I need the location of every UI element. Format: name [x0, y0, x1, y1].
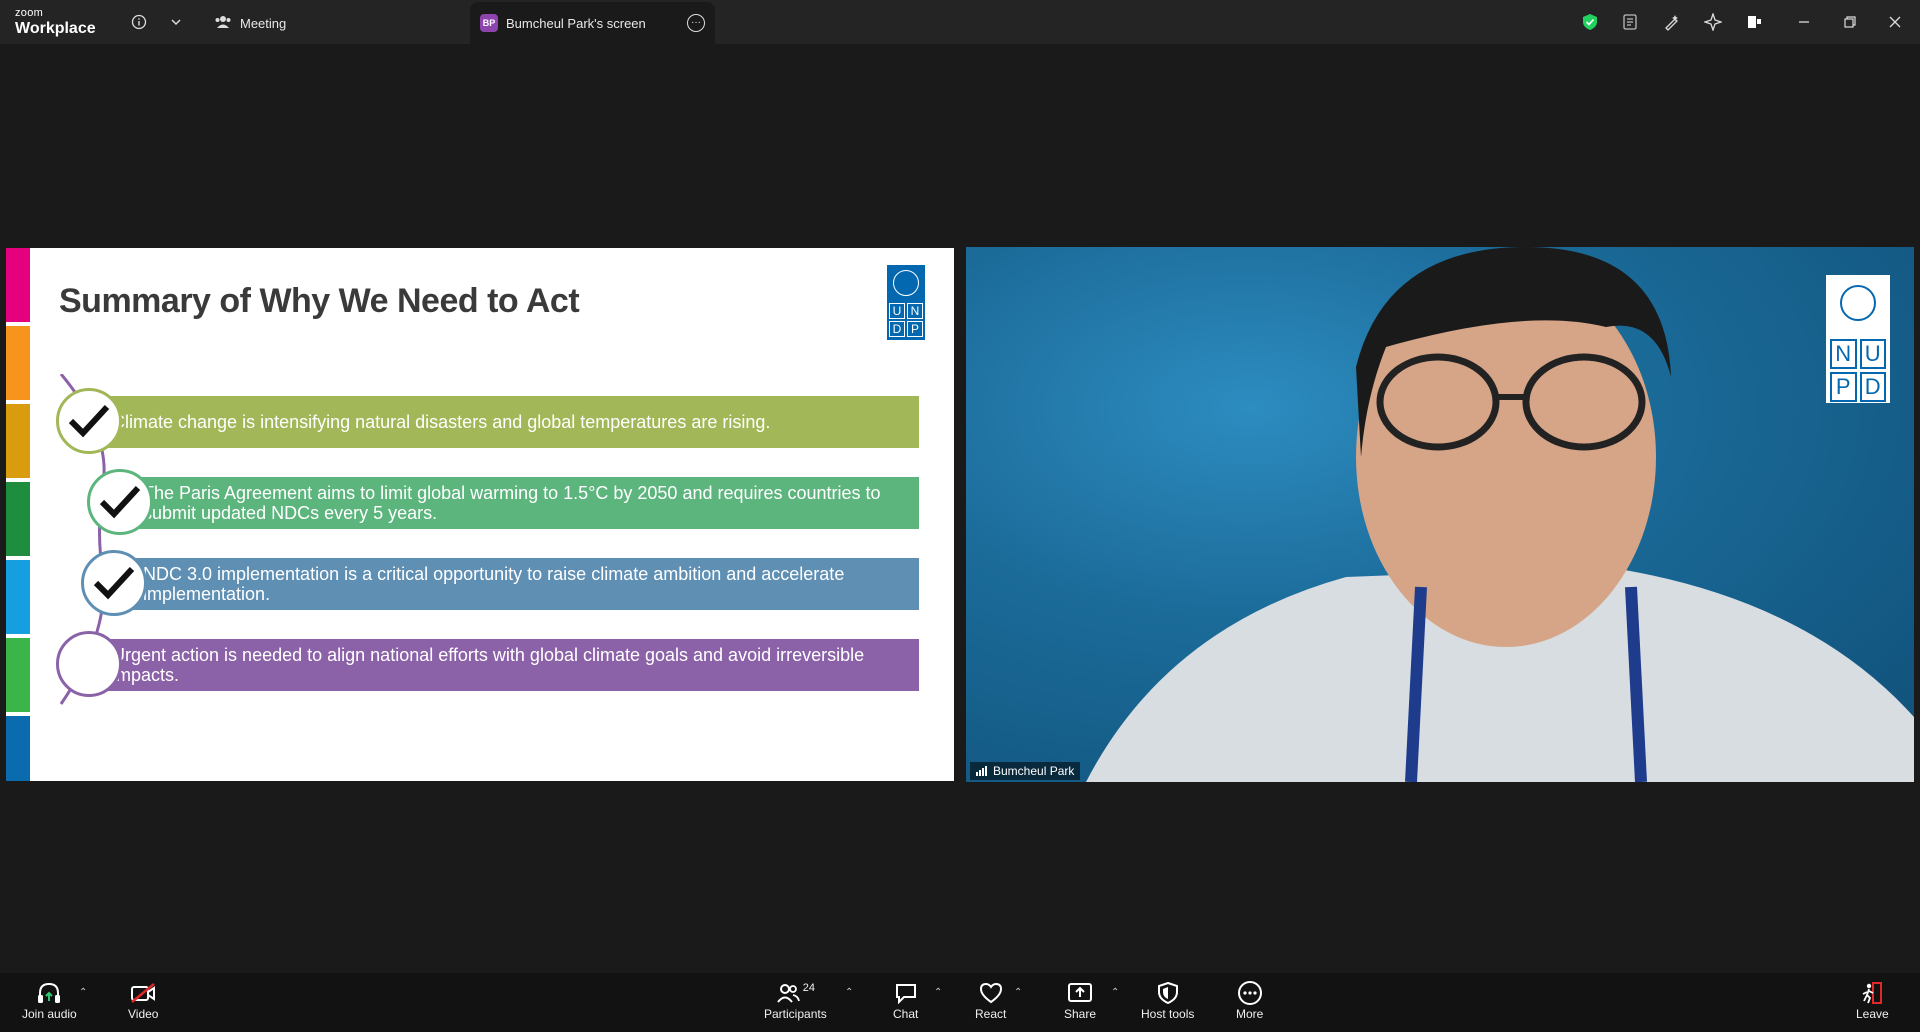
video-button[interactable]: Video	[128, 979, 158, 1021]
annotate-icon[interactable]	[1661, 11, 1683, 33]
summary-item: The Paris Agreement aims to limit global…	[133, 477, 919, 529]
meeting-people-icon	[214, 15, 232, 32]
notes-icon[interactable]	[1619, 11, 1641, 33]
tab-meeting[interactable]: Meeting	[214, 2, 286, 44]
leave-button[interactable]: Leave	[1856, 979, 1889, 1021]
color-stripe	[6, 326, 30, 400]
shield-check-icon[interactable]	[1579, 11, 1601, 33]
chevron-down-icon[interactable]	[165, 11, 187, 33]
logo-cell: D	[1859, 372, 1886, 402]
react-options-caret[interactable]: ⌃	[1014, 987, 1022, 998]
participant-name-tag: Bumcheul Park	[970, 762, 1081, 780]
share-button[interactable]: Share	[1064, 979, 1096, 1021]
bp-avatar: BP	[480, 14, 498, 32]
heart-icon	[978, 979, 1004, 1007]
brand-big: Workplace	[15, 20, 96, 37]
logo-cell: N	[907, 303, 923, 319]
empty-circle	[56, 631, 122, 697]
chat-label: Chat	[893, 1007, 919, 1021]
more-icon	[1237, 979, 1263, 1007]
leave-label: Leave	[1856, 1007, 1889, 1021]
meeting-toolbar: Join audio ⌃ Video 24 Participants ⌃ Cha…	[0, 973, 1920, 1032]
more-label: More	[1236, 1007, 1264, 1021]
color-stripe	[6, 638, 30, 712]
join-audio-label: Join audio	[22, 1007, 77, 1021]
join-audio-button[interactable]: Join audio	[22, 979, 77, 1021]
participant-name: Bumcheul Park	[993, 764, 1075, 778]
share-screen-icon	[1067, 979, 1093, 1007]
zoom-workplace-logo: zoom Workplace	[15, 8, 96, 37]
participants-options-caret[interactable]: ⌃	[845, 987, 853, 998]
shield-icon	[1157, 979, 1179, 1007]
react-label: React	[975, 1007, 1007, 1021]
summary-item: NDC 3.0 implementation is a critical opp…	[133, 558, 919, 610]
chat-options-caret[interactable]: ⌃	[934, 987, 942, 998]
summary-item-text: NDC 3.0 implementation is a critical opp…	[143, 563, 845, 604]
share-label: Share	[1064, 1007, 1097, 1021]
logo-cell: P	[907, 321, 923, 337]
summary-item: Climate change is intensifying natural d…	[102, 396, 919, 448]
close-icon[interactable]	[1884, 11, 1906, 33]
info-icon[interactable]	[128, 11, 150, 33]
logo-cell: N	[1830, 339, 1857, 369]
video-label: Video	[128, 1007, 159, 1021]
audio-options-caret[interactable]: ⌃	[79, 987, 87, 998]
brand-small: zoom	[15, 7, 44, 19]
chat-button[interactable]: Chat	[893, 979, 918, 1021]
tab-shared-screen[interactable]: BP Bumcheul Park's screen ···	[470, 2, 715, 44]
checkmark-icon	[68, 404, 110, 438]
checkmark-icon	[99, 485, 141, 519]
color-stripe	[6, 560, 30, 634]
logo-cell: U	[1859, 339, 1886, 369]
tab-meeting-label: Meeting	[240, 15, 287, 31]
leave-icon	[1860, 979, 1884, 1007]
participants-button[interactable]: 24 Participants	[764, 979, 827, 1021]
restore-icon[interactable]	[1839, 11, 1861, 33]
minimize-icon[interactable]	[1793, 11, 1815, 33]
undp-logo-backdrop: N U P D	[1826, 275, 1890, 403]
ai-companion-icon[interactable]	[1702, 11, 1724, 33]
participant-video-tile[interactable]: N U P D Bumcheul Park	[966, 247, 1914, 782]
logo-cell: D	[889, 321, 905, 337]
title-bar: zoom Workplace Meeting BP Bumcheul Park'…	[0, 0, 1920, 44]
tab-screen-label: Bumcheul Park's screen	[506, 15, 646, 31]
color-stripe	[6, 482, 30, 556]
un-globe-icon	[893, 270, 919, 296]
participants-icon: 24	[776, 979, 815, 1007]
participant-silhouette	[1086, 247, 1914, 782]
participants-label: Participants	[764, 1007, 827, 1021]
apps-icon[interactable]	[1743, 11, 1765, 33]
more-options-icon[interactable]: ···	[687, 14, 705, 32]
un-globe-icon	[1840, 285, 1876, 321]
summary-item: Urgent action is needed to align nationa…	[102, 639, 919, 691]
share-options-caret[interactable]: ⌃	[1111, 987, 1119, 998]
video-off-icon	[129, 979, 157, 1007]
color-stripe	[6, 248, 30, 322]
headphones-icon	[36, 979, 62, 1007]
host-tools-button[interactable]: Host tools	[1141, 979, 1194, 1021]
slide-title: Summary of Why We Need to Act	[59, 282, 580, 320]
summary-item-text: Urgent action is needed to align nationa…	[112, 644, 865, 685]
logo-cell: P	[1830, 372, 1857, 402]
check-circle	[81, 550, 147, 616]
undp-logo: U N D P	[887, 265, 925, 340]
check-circle	[56, 388, 122, 454]
shared-screen-slide: Summary of Why We Need to Act U N D P Cl…	[6, 248, 954, 781]
host-tools-label: Host tools	[1141, 1007, 1195, 1021]
chat-icon	[894, 979, 918, 1007]
color-bar	[6, 248, 30, 781]
signal-strength-icon	[976, 766, 987, 776]
logo-cell: U	[889, 303, 905, 319]
more-button[interactable]: More	[1236, 979, 1263, 1021]
check-circle	[87, 469, 153, 535]
participants-count: 24	[802, 982, 815, 994]
color-stripe	[6, 404, 30, 478]
summary-item-text: The Paris Agreement aims to limit global…	[143, 482, 881, 523]
summary-item-text: Climate change is intensifying natural d…	[112, 411, 771, 432]
color-stripe	[6, 716, 30, 781]
checkmark-icon	[93, 566, 135, 600]
react-button[interactable]: React	[975, 979, 1006, 1021]
